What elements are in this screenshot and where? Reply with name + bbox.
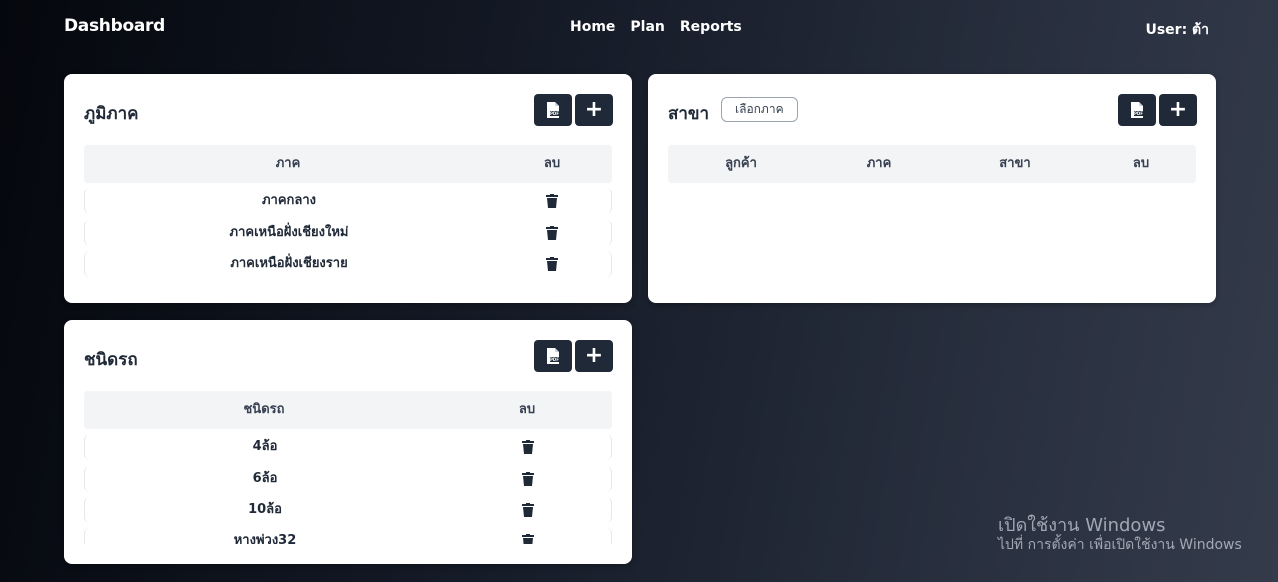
svg-text:PDF: PDF (550, 357, 559, 362)
table-row: 4ล้อ (84, 434, 612, 460)
region-select[interactable]: เลือกภาค (721, 97, 798, 122)
svg-text:PDF: PDF (1134, 111, 1143, 116)
branch-col-customer: ลูกค้า (725, 156, 757, 171)
vehicle-pdf-button[interactable]: PDF (534, 340, 572, 372)
region-card: ภูมิภาค PDF + ภาค ลบ ภาคกลาง ภาคเหนือฝั่… (64, 74, 632, 303)
trash-icon[interactable] (546, 194, 558, 208)
table-row: ภาคเหนือฝั่งเชียงราย (84, 251, 612, 277)
table-row: หางพ่วง32 (84, 528, 612, 544)
trash-icon[interactable] (522, 472, 534, 486)
brand-title[interactable]: Dashboard (64, 16, 165, 36)
vehicle-type-cell: 10ล้อ (248, 502, 282, 517)
region-table-body: ภาคกลาง ภาคเหนือฝั่งเชียงใหม่ ภาคเหนือฝั… (84, 187, 612, 281)
branch-col-branch: สาขา (999, 156, 1031, 171)
region-table-header: ภาค ลบ (84, 145, 612, 183)
table-row: ภาคเหนือฝั่งเชียงใหม่ (84, 220, 612, 246)
plus-icon: + (1168, 97, 1188, 122)
svg-text:PDF: PDF (550, 111, 559, 116)
trash-icon[interactable] (546, 257, 558, 271)
region-add-button[interactable]: + (575, 94, 613, 126)
branch-col-delete: ลบ (1132, 156, 1150, 171)
region-card-title: ภูมิภาค (84, 104, 139, 124)
branch-card-title: สาขา (668, 104, 710, 124)
plus-icon: + (584, 343, 604, 368)
vehicle-type-cell: หางพ่วง32 (233, 533, 297, 544)
region-name-cell: ภาคกลาง (261, 193, 317, 208)
nav-links: Home Plan Reports (570, 19, 742, 35)
vehicle-type-cell: 4ล้อ (252, 439, 278, 454)
vehicle-col-delete: ลบ (518, 402, 536, 417)
table-row: 10ล้อ (84, 497, 612, 523)
pdf-file-icon: PDF (547, 348, 559, 364)
trash-icon[interactable] (522, 440, 534, 454)
region-col-name: ภาค (275, 156, 301, 171)
vehicle-add-button[interactable]: + (575, 340, 613, 372)
vehicle-card-title: ชนิดรถ (84, 350, 138, 370)
trash-icon[interactable] (522, 503, 534, 517)
branch-table-header: ลูกค้า ภาค สาขา ลบ (668, 145, 1196, 183)
vehicle-card: ชนิดรถ PDF + ชนิดรถ ลบ 4ล้อ 6ล้อ 10ล้อ ห… (64, 320, 632, 564)
vehicle-type-cell: 6ล้อ (252, 471, 278, 486)
trash-icon[interactable] (546, 226, 558, 240)
vehicle-table-header: ชนิดรถ ลบ (84, 391, 612, 429)
vehicle-col-type: ชนิดรถ (243, 402, 285, 417)
trash-icon[interactable] (522, 534, 534, 544)
branch-card: สาขา เลือกภาค PDF + ลูกค้า ภาค สาขา ลบ (648, 74, 1216, 303)
region-col-delete: ลบ (543, 156, 561, 171)
region-name-cell: ภาคเหนือฝั่งเชียงใหม่ (229, 225, 349, 240)
region-pdf-button[interactable]: PDF (534, 94, 572, 126)
windows-activation-hint: ไปที่ การตั้งค่า เพื่อเปิดใช้งาน Windows (998, 537, 1242, 553)
nav-plan-link[interactable]: Plan (630, 19, 664, 35)
pdf-file-icon: PDF (547, 102, 559, 118)
nav-reports-link[interactable]: Reports (680, 19, 742, 35)
branch-col-region: ภาค (866, 156, 892, 171)
branch-pdf-button[interactable]: PDF (1118, 94, 1156, 126)
vehicle-table-body[interactable]: 4ล้อ 6ล้อ 10ล้อ หางพ่วง32 (84, 433, 612, 544)
pdf-file-icon: PDF (1131, 102, 1143, 118)
table-row: ภาคกลาง (84, 188, 612, 214)
navbar: Dashboard Home Plan Reports User: ต้า (0, 0, 1278, 56)
user-label[interactable]: User: ต้า (1145, 19, 1209, 41)
branch-add-button[interactable]: + (1159, 94, 1197, 126)
plus-icon: + (584, 97, 604, 122)
region-name-cell: ภาคเหนือฝั่งเชียงราย (230, 256, 348, 271)
nav-home-link[interactable]: Home (570, 19, 615, 35)
table-row: 6ล้อ (84, 466, 612, 492)
